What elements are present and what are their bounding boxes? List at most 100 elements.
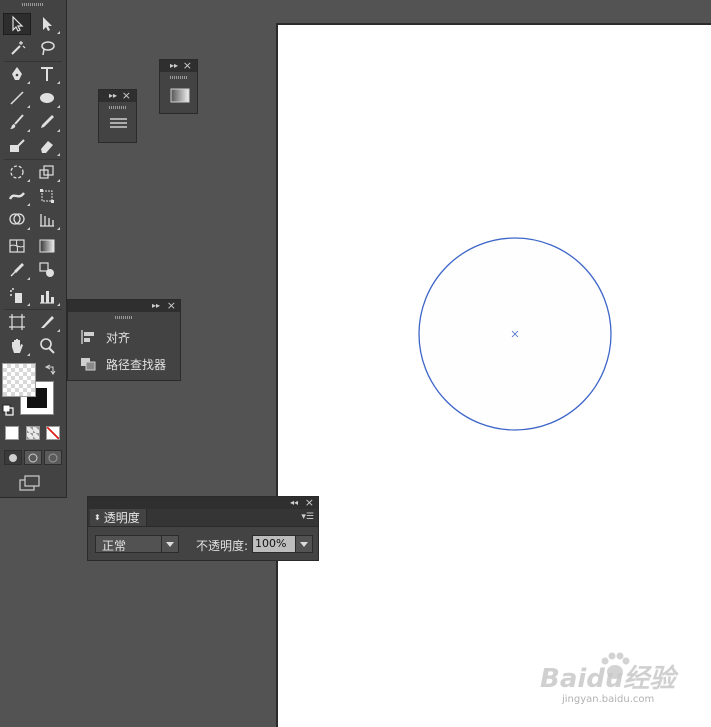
align-pathfinder-panel: ▸▸ × 对齐 路径查找器 — [67, 299, 181, 381]
artboard-tool[interactable] — [3, 311, 31, 333]
selection-tool[interactable] — [3, 13, 31, 35]
pathfinder-icon — [81, 358, 96, 371]
opacity-field[interactable]: 100% — [252, 535, 313, 553]
type-tool[interactable] — [33, 63, 61, 85]
zoom-tool[interactable] — [33, 335, 61, 357]
expand-panel-icon[interactable]: ▸▸ — [170, 61, 178, 70]
expand-panel-icon[interactable]: ▸▸ — [152, 301, 160, 310]
panel-grip[interactable] — [22, 3, 44, 6]
slice-tool[interactable] — [33, 311, 61, 333]
pencil-icon — [41, 115, 54, 128]
white-arrow-icon — [43, 17, 52, 31]
gradient-tool[interactable] — [33, 235, 61, 257]
magic-wand-tool[interactable] — [3, 37, 31, 59]
draw-behind-button[interactable] — [24, 450, 42, 465]
draw-inside-button[interactable] — [44, 450, 62, 465]
paintbrush-tool[interactable] — [3, 111, 31, 133]
tab-expand-icon[interactable]: ⬍ — [94, 513, 101, 522]
magic-wand-icon — [11, 41, 26, 55]
close-icon[interactable]: × — [122, 89, 131, 102]
eyedropper-tool[interactable] — [3, 259, 31, 281]
free-transform-icon — [40, 189, 54, 203]
panel-titlebar[interactable]: ▸▸ × — [99, 89, 136, 102]
close-icon[interactable]: × — [167, 299, 176, 312]
scale-tool[interactable] — [33, 161, 61, 183]
tool-separator — [4, 309, 62, 310]
shape-builder-tool[interactable] — [3, 209, 31, 231]
line-icon — [10, 91, 24, 105]
perspective-grid-tool[interactable] — [33, 209, 61, 231]
perspective-grid-icon — [40, 214, 54, 227]
blob-brush-tool[interactable] — [3, 135, 31, 157]
line-segment-tool[interactable] — [3, 87, 31, 109]
opacity-value[interactable]: 100% — [255, 537, 286, 550]
none-button[interactable] — [46, 426, 60, 440]
collapsed-panel-gradient: ▸▸ × — [159, 59, 198, 114]
align-panel-button[interactable]: 对齐 — [80, 327, 130, 347]
width-icon — [8, 192, 25, 200]
free-transform-tool[interactable] — [33, 185, 61, 207]
spray-can-icon — [10, 288, 22, 303]
blend-mode-dropdown-button[interactable] — [161, 536, 178, 552]
direct-selection-tool[interactable] — [33, 13, 61, 35]
fill-color-swatch[interactable] — [2, 363, 36, 397]
blend-icon — [39, 262, 54, 277]
tool-separator — [4, 61, 62, 62]
blob-brush-icon — [10, 139, 25, 152]
default-fill-stroke-icon[interactable] — [2, 404, 14, 416]
pathfinder-panel-button[interactable]: 路径查找器 — [80, 354, 166, 374]
rotate-tool[interactable] — [3, 161, 31, 183]
tab-transparency[interactable]: ⬍ 透明度 — [90, 509, 147, 526]
rotate-icon — [10, 165, 24, 179]
opacity-label: 不透明度: — [196, 539, 249, 553]
width-tool[interactable] — [3, 185, 31, 207]
panel-titlebar[interactable]: ◂◂ × — [88, 496, 318, 509]
magnifier-icon — [40, 338, 55, 354]
chevron-down-icon — [300, 541, 308, 547]
panel-titlebar[interactable]: ▸▸ × — [160, 59, 197, 72]
collapsed-panel-menu: ▸▸ × — [98, 89, 137, 143]
draw-normal-icon — [9, 453, 17, 462]
blend-mode-select[interactable]: 正常 — [95, 535, 179, 553]
artboard-icon — [9, 314, 25, 330]
pathfinder-label: 路径查找器 — [106, 357, 167, 372]
change-screen-mode-icon[interactable] — [18, 474, 42, 492]
hand-tool[interactable] — [3, 335, 31, 357]
color-button[interactable] — [5, 426, 19, 440]
align-label: 对齐 — [106, 330, 131, 345]
draw-inside-icon — [48, 453, 58, 462]
pencil-tool[interactable] — [33, 111, 61, 133]
circle-shape[interactable] — [410, 230, 620, 440]
symbol-sprayer-tool[interactable] — [3, 285, 31, 307]
eraser-icon — [41, 141, 53, 153]
hand-icon — [12, 339, 23, 353]
pen-tool[interactable] — [3, 63, 31, 85]
ellipse-tool[interactable] — [33, 87, 61, 109]
eraser-tool[interactable] — [33, 135, 61, 157]
watermark: Baidu经验 jingyan.baidu.com — [540, 650, 705, 722]
swap-fill-stroke-icon[interactable] — [43, 364, 57, 378]
panel-titlebar[interactable]: ▸▸ × — [68, 299, 180, 312]
close-icon[interactable]: × — [305, 496, 314, 509]
shape-builder-icon — [9, 213, 25, 225]
close-icon[interactable]: × — [183, 59, 192, 72]
lasso-icon — [41, 41, 55, 56]
watermark-brand: Baidu经验 — [540, 664, 676, 694]
collapse-panel-icon[interactable]: ◂◂ — [290, 498, 298, 507]
gradient-button[interactable] — [26, 426, 40, 440]
gradient-icon — [39, 239, 55, 253]
lasso-tool[interactable] — [33, 37, 61, 59]
mesh-icon — [9, 239, 25, 253]
hamburger-icon[interactable] — [99, 109, 138, 137]
panel-grip[interactable] — [115, 316, 133, 319]
column-graph-tool[interactable] — [33, 285, 61, 307]
ellipse-icon — [40, 93, 54, 103]
mesh-tool[interactable] — [3, 235, 31, 257]
transparency-panel: ◂◂ × ⬍ 透明度 ▾☰ 正常 不透明度: 100% — [87, 496, 319, 561]
blend-tool[interactable] — [33, 259, 61, 281]
panel-menu-icon[interactable]: ▾☰ — [301, 512, 314, 522]
gradient-panel-icon[interactable] — [160, 79, 199, 109]
draw-normal-button[interactable] — [4, 450, 22, 465]
opacity-dropdown-button[interactable] — [295, 536, 312, 552]
expand-panel-icon[interactable]: ▸▸ — [109, 91, 117, 100]
